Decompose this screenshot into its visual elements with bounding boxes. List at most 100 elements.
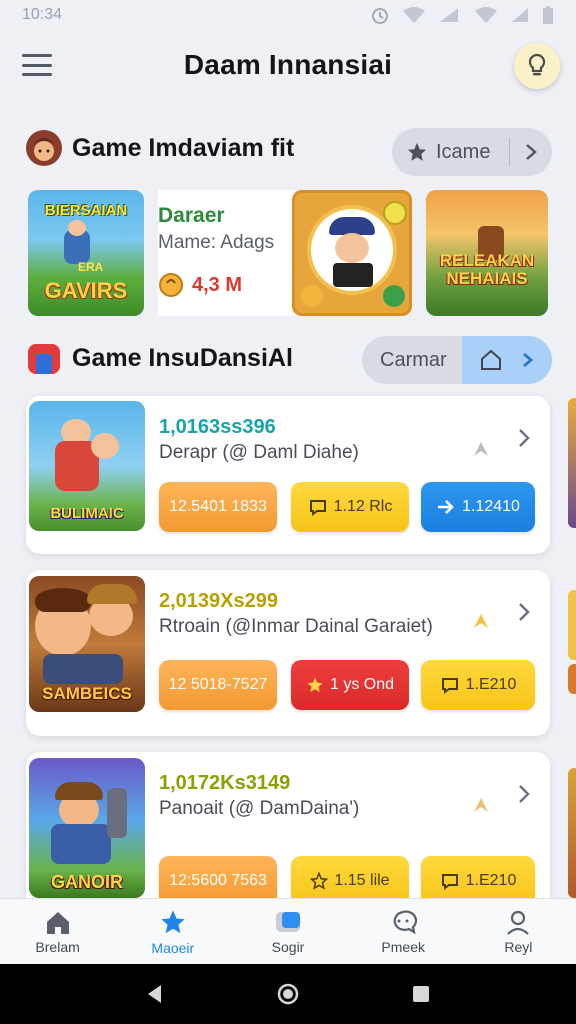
square-icon bbox=[276, 911, 300, 932]
featured-thumb-1-bottom-text: GAVIRS bbox=[44, 278, 128, 303]
wifi-icon-2 bbox=[475, 7, 497, 23]
person-icon bbox=[507, 910, 530, 935]
hamburger-menu-icon[interactable] bbox=[22, 52, 52, 78]
small-shape-icon bbox=[474, 614, 488, 628]
game-title-3: 1,0172Ks3149 bbox=[159, 772, 291, 794]
status-bar: 10:34 bbox=[0, 0, 576, 30]
featured-row: BIERSAIAN ERA GAVIRS Daraer Mame: Adags … bbox=[28, 190, 548, 318]
game-2-button-1[interactable]: 12 5018-7527 bbox=[159, 660, 277, 710]
app-section-icon bbox=[26, 340, 62, 376]
game-title-2: 2,0139Xs299 bbox=[159, 590, 279, 612]
signal-icon-2 bbox=[512, 8, 528, 22]
section1-filter-pill[interactable]: Icame bbox=[392, 128, 552, 176]
peek-card-4 bbox=[568, 768, 576, 898]
game-thumb-3-text: GANOIR bbox=[51, 872, 123, 892]
wifi-icon bbox=[403, 7, 425, 23]
section2-pill-label: Carmar bbox=[380, 348, 447, 371]
star-icon bbox=[407, 142, 427, 161]
star-outline-icon bbox=[310, 872, 329, 890]
nav-item-home[interactable]: Brelam bbox=[0, 899, 115, 964]
game-2-button-3-label: 1.E210 bbox=[465, 676, 517, 693]
featured-price: 4,3 M bbox=[158, 272, 242, 298]
game-subtitle-3: Panoait (@ DamDaina') bbox=[159, 798, 360, 819]
system-nav-bar bbox=[0, 964, 576, 1024]
nav-item-chat[interactable]: Pmeek bbox=[346, 899, 461, 964]
nav-item-featured[interactable]: Maoeir bbox=[115, 899, 230, 964]
featured-thumb-3[interactable]: RELEAKAN NEHAIAIS bbox=[426, 190, 548, 316]
chat-icon bbox=[393, 910, 418, 934]
avatar-section-icon bbox=[26, 130, 62, 166]
game-1-button-3[interactable]: 1.12410 bbox=[421, 482, 535, 532]
game-card-2[interactable]: SAMBEICS 2,0139Xs299 Rtroain (@Inmar Dai… bbox=[26, 570, 550, 736]
section-title-1: Game Imdaviam fit bbox=[72, 133, 295, 162]
game-2-button-2[interactable]: 1 ys Ond bbox=[291, 660, 409, 710]
back-icon[interactable] bbox=[145, 983, 165, 1005]
game-thumb-1-text: BULIMAIC bbox=[50, 505, 124, 522]
featured-thumb-1-small-text: ERA bbox=[78, 260, 104, 274]
section-title-2: Game InsuDansiAl bbox=[72, 343, 293, 372]
game-1-button-3-label: 1.12410 bbox=[462, 498, 520, 515]
featured-info[interactable]: Daraer Mame: Adags 4,3 M bbox=[158, 190, 308, 316]
game-2-buttons: 12 5018-7527 1 ys Ond 1.E210 bbox=[159, 660, 537, 710]
nav-label-chat: Pmeek bbox=[381, 938, 425, 955]
chevron-right-icon[interactable] bbox=[516, 426, 532, 450]
game-1-button-2-label: 1.12 Rlc bbox=[333, 498, 393, 515]
chat-icon bbox=[441, 874, 458, 890]
game-thumb-2-text: SAMBEICS bbox=[42, 684, 132, 703]
nav-label-home: Brelam bbox=[35, 938, 80, 955]
game-1-button-1[interactable]: 12.5401 1833 bbox=[159, 482, 277, 532]
game-2-button-1-label: 12 5018-7527 bbox=[168, 676, 268, 693]
home-circle-icon[interactable] bbox=[276, 982, 300, 1006]
featured-thumb-2[interactable] bbox=[292, 190, 412, 316]
game-thumb-2: SAMBEICS bbox=[29, 576, 145, 712]
home-icon bbox=[46, 911, 69, 934]
coin-icon bbox=[159, 273, 183, 297]
star-icon bbox=[307, 677, 323, 693]
peek-card-2 bbox=[568, 590, 576, 660]
featured-title: Daraer bbox=[158, 204, 225, 227]
lightbulb-icon bbox=[528, 53, 546, 76]
nav-item-apps[interactable]: Sogir bbox=[230, 899, 345, 964]
peek-card-1 bbox=[568, 398, 576, 528]
featured-subtitle: Mame: Adags bbox=[158, 232, 275, 253]
game-title-1: 1,0163ss396 bbox=[159, 416, 276, 438]
game-1-buttons: 12.5401 1833 1.12 Rlc 1.12410 bbox=[159, 482, 537, 532]
game-1-button-2[interactable]: 1.12 Rlc bbox=[291, 482, 409, 532]
app-header: Daam Innansiai bbox=[0, 30, 576, 100]
featured-thumb-1[interactable]: BIERSAIAN ERA GAVIRS bbox=[28, 190, 144, 316]
nav-item-profile[interactable]: Reyl bbox=[461, 899, 576, 964]
status-icons bbox=[370, 5, 554, 25]
signal-icon bbox=[440, 8, 458, 22]
section1-pill-label: Icame bbox=[436, 140, 491, 163]
game-3-button-2-label: 1.15 lile bbox=[334, 872, 390, 889]
chat-icon bbox=[309, 500, 326, 516]
chevron-right-icon[interactable] bbox=[516, 782, 532, 806]
nav-label-featured: Maoeir bbox=[151, 939, 195, 956]
game-2-button-2-label: 1 ys Ond bbox=[329, 676, 395, 693]
featured-thumb-3-text: RELEAKAN NEHAIAIS bbox=[439, 251, 535, 288]
nav-label-profile: Reyl bbox=[504, 938, 533, 955]
alarm-icon bbox=[372, 8, 388, 24]
battery-icon bbox=[543, 6, 553, 24]
game-subtitle-1: Derapr (@ Daml Diahe) bbox=[159, 442, 359, 463]
game-2-button-3[interactable]: 1.E210 bbox=[421, 660, 535, 710]
section2-pill-actions[interactable] bbox=[462, 336, 552, 384]
chevron-right-icon[interactable] bbox=[516, 600, 532, 624]
game-3-button-3-label: 1.E210 bbox=[465, 872, 517, 889]
chevron-right-icon[interactable] bbox=[510, 142, 552, 162]
featured-price-value: 4,3 M bbox=[192, 273, 243, 296]
page-title: Daam Innansiai bbox=[183, 49, 393, 80]
chat-icon bbox=[441, 678, 458, 694]
featured-thumb-1-top-text: BIERSAIAN bbox=[44, 202, 128, 219]
recents-icon[interactable] bbox=[411, 984, 431, 1004]
chevron-right-icon bbox=[522, 353, 533, 367]
small-shape-icon bbox=[474, 442, 488, 456]
arrow-right-icon bbox=[438, 500, 454, 514]
star-icon bbox=[161, 909, 185, 933]
game-card-1[interactable]: BULIMAIC 1,0163ss396 Derapr (@ Daml Diah… bbox=[26, 396, 550, 554]
game-thumb-1: BULIMAIC bbox=[29, 401, 145, 531]
game-card-3[interactable]: GANOIR 1,0172Ks3149 Panoait (@ DamDaina'… bbox=[26, 752, 550, 912]
lightbulb-button[interactable] bbox=[514, 43, 560, 89]
game-1-button-1-label: 12.5401 1833 bbox=[169, 498, 267, 515]
section2-filter-pill[interactable]: Carmar bbox=[362, 336, 552, 384]
